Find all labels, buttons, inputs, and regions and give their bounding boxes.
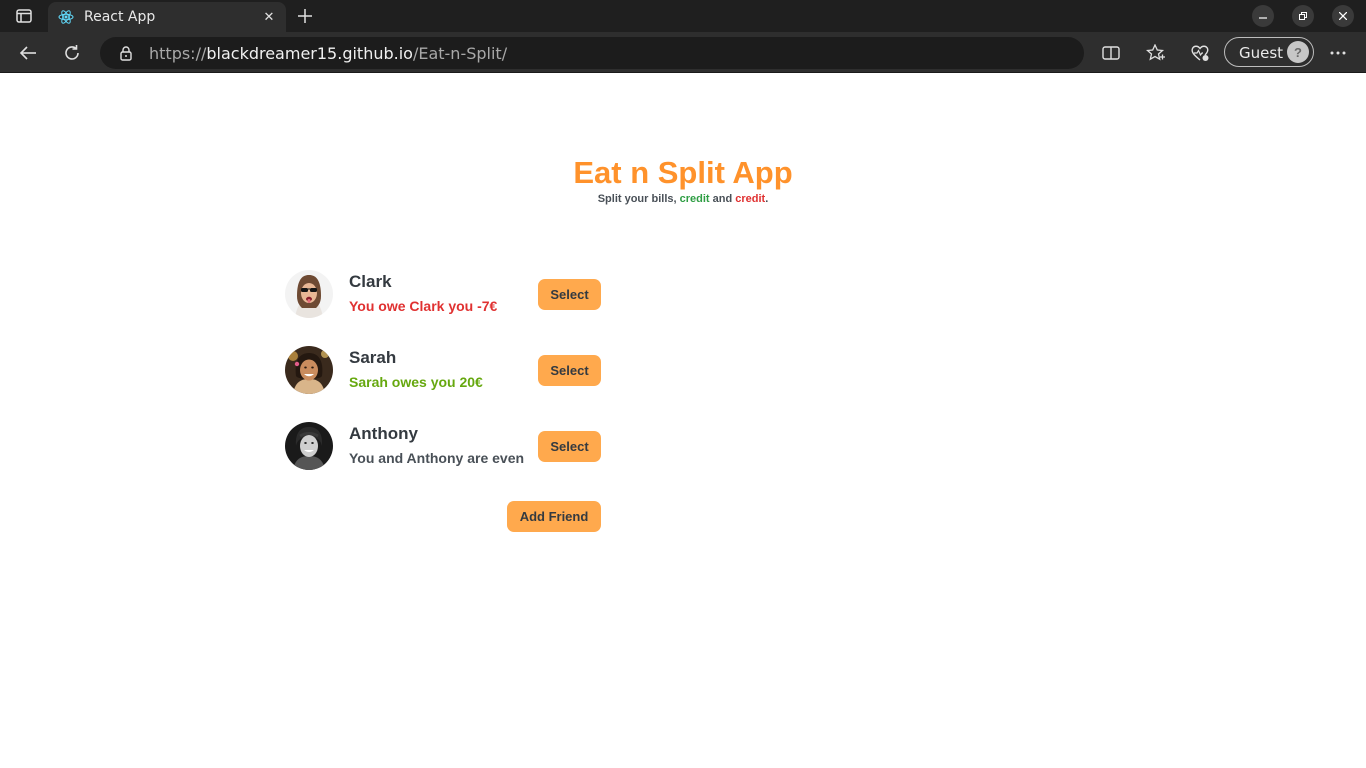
new-tab-icon[interactable]	[293, 4, 317, 28]
react-logo-icon	[58, 9, 74, 25]
more-options-icon[interactable]	[1325, 40, 1351, 66]
app-title: Eat n Split App	[573, 155, 793, 190]
select-friend-button[interactable]: Select	[538, 279, 601, 310]
friend-item-sarah: Sarah Sarah owes you 20€ Select	[285, 346, 601, 394]
close-window-icon[interactable]	[1332, 5, 1354, 27]
reading-view-icon[interactable]	[1098, 40, 1124, 66]
browser-tab[interactable]: React App ✕	[48, 2, 286, 32]
lock-icon	[118, 45, 134, 61]
tab-title: React App	[84, 9, 156, 25]
friend-name: Clark	[349, 272, 392, 291]
friend-name: Anthony	[349, 424, 418, 443]
friend-item-anthony: Anthony You and Anthony are even Select	[285, 422, 601, 470]
profile-button[interactable]: Guest ?	[1224, 37, 1314, 67]
select-friend-button[interactable]: Select	[538, 431, 601, 462]
restore-window-icon[interactable]	[1292, 5, 1314, 27]
friend-item-clark: Clark You owe Clark you -7€ Select	[285, 270, 601, 318]
select-friend-button[interactable]: Select	[538, 355, 601, 386]
avatar	[285, 346, 333, 394]
avatar	[285, 422, 333, 470]
profile-label: Guest	[1239, 44, 1284, 62]
back-arrow-icon[interactable]	[15, 40, 41, 66]
friend-balance-status: You and Anthony are even	[349, 450, 525, 466]
browser-essentials-icon[interactable]	[1187, 40, 1213, 66]
add-friend-button[interactable]: Add Friend	[507, 501, 601, 532]
friend-balance-status: You owe Clark you -7€	[349, 298, 498, 314]
minimize-window-icon[interactable]	[1252, 5, 1274, 27]
friend-name: Sarah	[349, 348, 397, 367]
refresh-icon[interactable]	[59, 40, 85, 66]
avatar	[285, 270, 333, 318]
tab-actions-icon[interactable]	[10, 4, 38, 28]
url-text: https://blackdreamer15.github.io/Eat-n-S…	[149, 44, 508, 63]
tab-close-icon[interactable]: ✕	[260, 8, 278, 26]
browser-toolbar: https://blackdreamer15.github.io/Eat-n-S…	[0, 32, 1366, 73]
page-content: Eat n Split App Split your bills, credit…	[0, 73, 1366, 768]
browser-titlebar: React App ✕	[0, 0, 1366, 32]
guest-avatar-icon: ?	[1287, 41, 1309, 63]
app-subtitle: Split your bills, credit and credit.	[597, 193, 769, 205]
friend-balance-status: Sarah owes you 20€	[349, 374, 483, 390]
address-bar[interactable]: https://blackdreamer15.github.io/Eat-n-S…	[100, 37, 1084, 69]
favorites-star-icon[interactable]	[1143, 40, 1169, 66]
